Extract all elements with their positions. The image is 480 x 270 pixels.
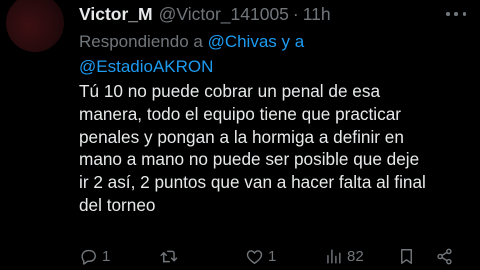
timestamp[interactable]: 11h: [303, 2, 331, 26]
mention-estadioakron[interactable]: @EstadioAKRON: [79, 57, 213, 76]
reply-context: Respondiendo a @Chivas y a @EstadioAKRON: [79, 29, 349, 79]
author-name[interactable]: Victor_M: [79, 2, 153, 26]
like-button[interactable]: 1: [245, 244, 276, 268]
views-count: 82: [347, 247, 364, 265]
reply-count: 1: [102, 247, 111, 265]
like-icon: [246, 249, 263, 264]
tweet-text: Tú 10 no puede cobrar un penal de esa ma…: [79, 80, 471, 217]
views-icon: [327, 248, 341, 264]
tweet-text-line: ir 2 así, 2 puntos que van a hacer falta…: [79, 172, 426, 193]
author-handle[interactable]: @Victor_141005: [159, 2, 289, 26]
reply-prefix: Respondiendo a: [79, 32, 203, 51]
share-button[interactable]: [435, 244, 454, 268]
tweet-header: Victor_M @Victor_141005 · 11h: [79, 2, 446, 26]
action-bar: 1 1 82: [79, 244, 470, 268]
views-button[interactable]: 82: [324, 244, 364, 268]
reply-button[interactable]: 1: [79, 244, 110, 268]
reply-icon: [81, 249, 96, 265]
tweet-text-line: manera, todo el equipo tiene que practic…: [79, 103, 401, 124]
mention-chivas[interactable]: @Chivas: [208, 32, 277, 51]
separator-dot: ·: [292, 4, 299, 24]
like-count: 1: [268, 247, 277, 265]
tweet-text-line: Tú 10 no puede cobrar un penal de esa: [79, 81, 381, 101]
avatar[interactable]: [6, 0, 64, 52]
tweet-text-line: del torneo: [79, 194, 156, 215]
reply-and[interactable]: y a: [282, 32, 305, 51]
retweet-icon: [160, 250, 178, 263]
bookmark-icon: [401, 248, 412, 264]
retweet-button[interactable]: [159, 244, 182, 268]
bookmark-button[interactable]: [397, 244, 416, 268]
tweet-text-line: mano a mano no puede ser posible que dej…: [79, 149, 420, 170]
more-icon[interactable]: [446, 6, 466, 22]
tweet-text-line: penales y pongan a la hormiga a definir …: [79, 126, 404, 147]
share-icon: [437, 248, 452, 264]
